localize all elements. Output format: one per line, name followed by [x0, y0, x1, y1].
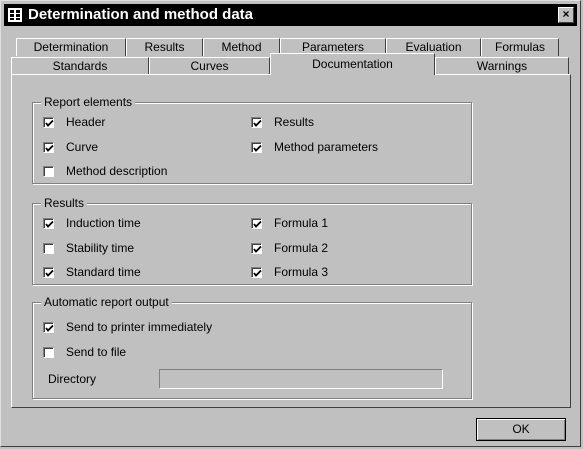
checkmark-icon [45, 220, 54, 228]
checkbox-box [251, 242, 262, 254]
checkbox-box [43, 346, 54, 358]
close-button[interactable]: × [558, 7, 574, 23]
dialog-window: Determination and method data × Determin… [0, 0, 581, 447]
checkbox-box [43, 141, 54, 153]
report-elements-group: Report elements Header Curve Method desc… [32, 95, 472, 184]
checkbox-box [43, 321, 54, 333]
checkmark-icon [45, 324, 54, 332]
checkmark-icon [253, 144, 262, 152]
checkmark-icon [253, 119, 262, 127]
window-title: Determination and method data [28, 6, 254, 23]
report-elements-title: Report elements [41, 95, 136, 109]
checkmark-icon [45, 269, 54, 277]
send-to-file-checkbox[interactable]: Send to file [43, 345, 126, 359]
header-checkbox[interactable]: Header [43, 115, 105, 129]
tab-standards[interactable]: Standards [11, 57, 149, 75]
formula-1-checkbox[interactable]: Formula 1 [251, 216, 328, 230]
checkbox-box [251, 217, 262, 229]
tab-results[interactable]: Results [126, 38, 203, 56]
tab-curves[interactable]: Curves [149, 57, 270, 75]
checkmark-icon [45, 144, 54, 152]
checkbox-box [43, 217, 54, 229]
method-description-checkbox[interactable]: Method description [43, 164, 167, 178]
checkmark-icon [253, 220, 262, 228]
tab-warnings[interactable]: Warnings [435, 57, 569, 75]
tab-documentation[interactable]: Documentation [270, 53, 435, 75]
checkbox-box [43, 266, 54, 278]
tab-method[interactable]: Method [203, 38, 280, 56]
results-checkbox[interactable]: Results [251, 115, 314, 129]
title-bar[interactable]: Determination and method data × [4, 4, 577, 26]
checkbox-box [251, 141, 262, 153]
checkbox-box [43, 165, 54, 177]
documentation-panel: Report elements Header Curve Method desc… [11, 74, 571, 408]
send-to-printer-checkbox[interactable]: Send to printer immediately [43, 320, 212, 334]
close-icon: × [562, 7, 570, 21]
results-group: Results Induction time Stability time St… [32, 196, 472, 285]
curve-checkbox[interactable]: Curve [43, 140, 98, 154]
checkbox-box [43, 242, 54, 254]
results-group-title: Results [41, 196, 88, 210]
ok-button[interactable]: OK [476, 418, 566, 441]
directory-label: Directory [48, 372, 97, 386]
automatic-report-output-group: Automatic report output Send to printer … [32, 295, 472, 399]
window-app-icon [7, 7, 23, 23]
checkbox-box [251, 266, 262, 278]
standard-time-checkbox[interactable]: Standard time [43, 265, 141, 279]
checkmark-icon [45, 119, 54, 127]
stability-time-checkbox[interactable]: Stability time [43, 241, 134, 255]
induction-time-checkbox[interactable]: Induction time [43, 216, 141, 230]
directory-field[interactable] [159, 369, 443, 389]
automatic-report-output-title: Automatic report output [41, 295, 172, 309]
formula-2-checkbox[interactable]: Formula 2 [251, 241, 328, 255]
method-parameters-checkbox[interactable]: Method parameters [251, 140, 378, 154]
checkbox-box [43, 116, 54, 128]
checkbox-box [251, 116, 262, 128]
formula-3-checkbox[interactable]: Formula 3 [251, 265, 328, 279]
checkmark-icon [253, 245, 262, 253]
tab-formulas[interactable]: Formulas [481, 38, 559, 56]
checkmark-icon [253, 269, 262, 277]
tab-determination[interactable]: Determination [16, 38, 126, 56]
